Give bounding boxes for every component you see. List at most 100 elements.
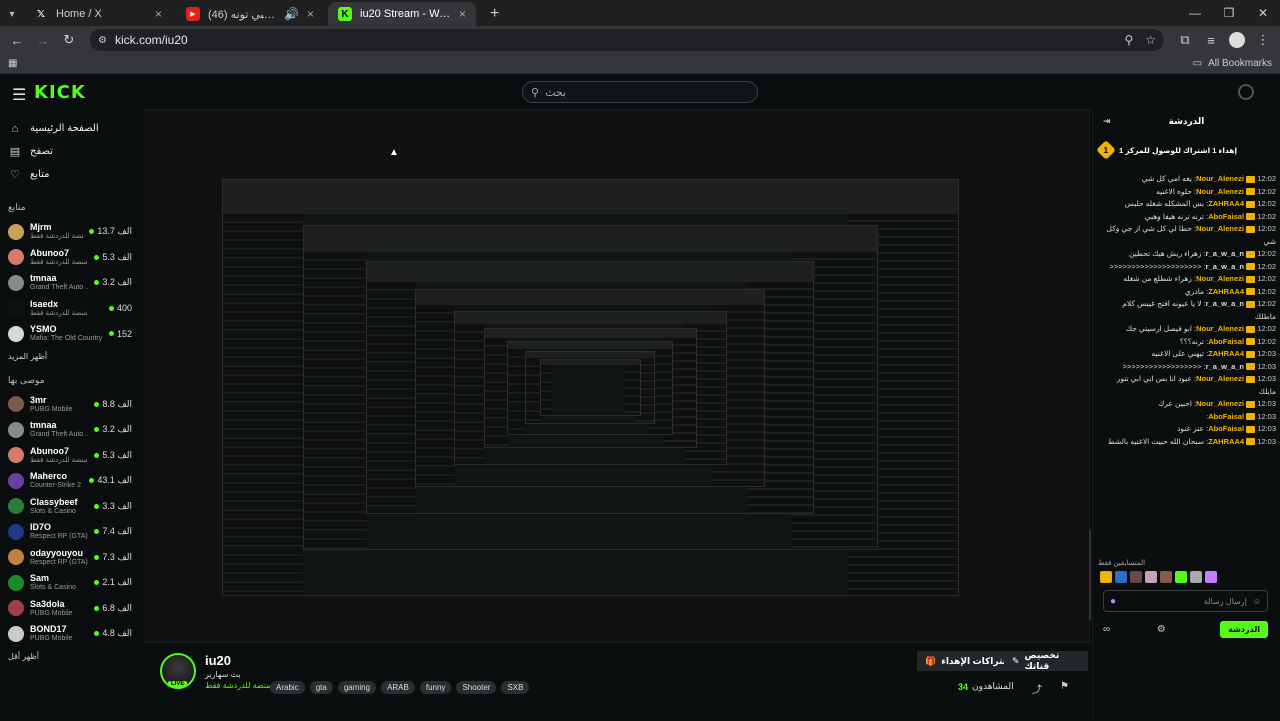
supporter-badge[interactable] [1190,571,1202,583]
apps-grid-icon[interactable]: ▦ [8,58,17,69]
sidebar-channel[interactable]: Mjrm منصة للدردشة فقط 13.7 الف [8,219,132,245]
chat-message-input[interactable]: ● إرسال رسالة ☺ [1103,590,1268,612]
chat-message[interactable]: 12:03 Nour_Alenezi: عبود انا بس اني ابي … [1101,373,1276,398]
stream-tag[interactable]: funny [419,681,452,694]
zoom-icon[interactable]: ⚲ [1124,33,1133,47]
chat-message[interactable]: 12:03 ZAHRAA4: سبحان الله حبيت الاغنيه ب… [1101,436,1276,449]
message-username[interactable]: Nour_Alenezi [1196,174,1244,183]
chat-message[interactable]: 12:02 AboFaisal: ترنه؟؟؟ [1101,336,1276,349]
nav-following[interactable]: ♡ متابع [8,163,132,186]
message-username[interactable]: r_a_w_a_n [1206,299,1244,308]
message-username[interactable]: Nour_Alenezi [1196,324,1244,333]
chat-message[interactable]: 12:02 AboFaisal: ترنه ترنه هيفا وهبي [1101,211,1276,224]
sidebar-channel[interactable]: Sa3dola PUBG Mobile 6.8 الف [8,596,132,622]
chat-scrollbar[interactable] [1089,530,1091,620]
stream-tag[interactable]: SXB [501,681,530,694]
close-icon[interactable]: × [459,7,466,21]
browser-menu-icon[interactable]: ⋮ [1252,29,1274,51]
close-icon[interactable]: × [155,7,162,21]
chat-message[interactable]: 12:03 AboFaisal: [1101,411,1276,424]
tab-youtube[interactable]: ▶ (46) هيفا وهبي تونه - YouTube 🔊 × [176,2,324,26]
message-username[interactable]: r_a_w_a_n [1206,249,1244,258]
pinned-gift-banner[interactable]: 1 إهداء 1 اشتراك للوصول للمركز 1 [1096,137,1274,163]
message-username[interactable]: Nour_Alenezi [1196,374,1244,383]
tab-kick[interactable]: K iu20 Stream - Watch Live on Kick × [328,2,476,26]
tab-search-chevron-icon[interactable]: ▾ [0,2,24,26]
stream-tag[interactable]: gta [309,681,333,694]
supporter-badge[interactable] [1160,571,1172,583]
user-menu-icon[interactable] [1238,84,1254,100]
sidebar-channel[interactable]: Abunoo7 منصة للدردشة فقط 5.3 الف [8,245,132,271]
supporter-badge[interactable] [1115,571,1127,583]
message-username[interactable]: Nour_Alenezi [1196,187,1244,196]
sidebar-channel[interactable]: 3mr PUBG Mobile 8.8 الف [8,392,132,418]
chat-message[interactable]: 12:02 r_a_w_a_n: <<<<<<<<<<<<<<<<<<<<< [1101,261,1277,274]
message-username[interactable]: ZAHRAA4 [1208,349,1244,358]
chat-send-button[interactable]: الدردشة [1220,620,1268,638]
microphone-icon[interactable]: ● [1110,596,1116,607]
message-username[interactable]: AboFaisal [1208,412,1244,421]
message-username[interactable]: Nour_Alenezi [1196,399,1244,408]
close-icon[interactable]: × [307,7,314,21]
forward-icon[interactable]: → [32,29,54,51]
message-username[interactable]: AboFaisal [1208,212,1244,221]
message-username[interactable]: AboFaisal [1208,424,1244,433]
message-username[interactable]: AboFaisal [1208,337,1244,346]
supporter-badge[interactable] [1145,571,1157,583]
show-less-link[interactable]: أظهر أقل [8,652,132,661]
speaker-icon[interactable]: 🔊 [284,7,299,21]
minimize-icon[interactable]: — [1178,0,1212,26]
chat-message[interactable]: 12:02 Nour_Alenezi: حطا لي كل شي از جي و… [1101,223,1276,248]
sidebar-channel[interactable]: tmnaa Grand Theft Auto ... 3.2 الف [8,417,132,443]
message-username[interactable]: ZAHRAA4 [1208,287,1244,296]
kick-logo[interactable]: KICK [34,82,86,103]
nav-home[interactable]: ⌂ الصفحة الرئيسية [8,117,132,140]
chat-message[interactable]: 12:02 r_a_w_a_n: زهراء ريش هيك تحطين [1101,248,1276,261]
chat-message[interactable]: 12:03 AboFaisal: عنز عنود [1101,423,1276,436]
message-username[interactable]: r_a_w_a_n [1206,362,1244,371]
supporter-badge[interactable] [1175,571,1187,583]
sidebar-channel[interactable]: odayyouyou Respect RP (GTA) 7.3 الف [8,545,132,571]
share-icon[interactable]: ⤴ [1032,681,1042,696]
supporter-badge[interactable] [1205,571,1217,583]
address-bar[interactable]: ⚙ kick.com/iu20 ⚲ ☆ [90,29,1164,51]
sidebar-channel[interactable]: tmnaa Grand Theft Auto ... 3.2 الف [8,270,132,296]
media-control-icon[interactable]: ≡ [1200,29,1222,51]
chat-message[interactable]: 12:02 Nour_Alenezi: زهراء شطلع من شغله [1101,273,1276,286]
sidebar-channel[interactable]: YSMO Mafia: The Old Country 152 [8,321,132,347]
sidebar-channel[interactable]: Classybeef Slots & Casino 3.3 الف [8,494,132,520]
search-input[interactable]: ⚲ بحث [522,81,758,103]
message-username[interactable]: ZAHRAA4 [1208,437,1244,446]
chat-message[interactable]: 12:03 ZAHRAA4: تيهني على الاغنيه [1101,348,1276,361]
supporter-badge[interactable] [1130,571,1142,583]
chat-message[interactable]: 12:02 Nour_Alenezi: حلوه الاغنيه [1101,186,1276,199]
sidebar-channel[interactable]: Sam Slots & Casino 2.1 الف [8,570,132,596]
stream-tag[interactable]: gaming [337,681,377,694]
chat-message[interactable]: 12:03 Nour_Alenezi: احبين عرك [1101,398,1276,411]
message-username[interactable]: Nour_Alenezi [1196,274,1244,283]
sidebar-channel[interactable]: Abunoo7 منصة للدردشة فقط 5.3 الف [8,443,132,469]
points-icon[interactable]: ∞ [1103,624,1110,635]
chat-message[interactable]: 12:02 r_a_w_a_n: لا يا عيونه افتح غيبس ك… [1101,298,1276,323]
sidebar-channel[interactable]: ID7O Respect RP (GTA) 7.4 الف [8,519,132,545]
chat-message[interactable]: 12:02 ZAHRAA4: بس المشكله شغله حلبس [1101,198,1276,211]
all-bookmarks-button[interactable]: ▭ All Bookmarks [1193,58,1272,69]
customize-channel-button[interactable]: ✎ تخصيص قناتك [1004,650,1088,671]
sidebar-channel[interactable]: Maherco Counter-Strike 2 43.1 الف [8,468,132,494]
stream-tag[interactable]: Shooter [456,681,497,694]
streamer-name[interactable]: iu20 [205,653,231,668]
message-username[interactable]: Nour_Alenezi [1196,224,1244,233]
tab-x[interactable]: 𝕏 Home / X × [24,2,172,26]
video-player[interactable]: ▲ [145,109,1090,643]
supporter-badge[interactable] [1100,571,1112,583]
emoji-icon[interactable]: ☺ [1253,597,1261,606]
stream-tag[interactable]: Arabic [270,681,305,694]
message-username[interactable]: ZAHRAA4 [1208,199,1244,208]
sidebar-channel[interactable]: BOND17 PUBG Mobile 4.8 الف [8,621,132,647]
chat-message[interactable]: 12:02 Nour_Alenezi: ابو فيصل ارسيتي جك [1101,323,1276,336]
reload-icon[interactable]: ↻ [58,29,80,51]
chat-message[interactable]: 12:03 r_a_w_a_n: <<<<<<<<<<<<<<<<<< [1101,361,1276,374]
extensions-icon[interactable]: ⧉ [1174,29,1196,51]
stream-category[interactable]: منصة للدردشة فقط [205,681,271,690]
message-username[interactable]: r_a_w_a_n [1206,262,1244,271]
